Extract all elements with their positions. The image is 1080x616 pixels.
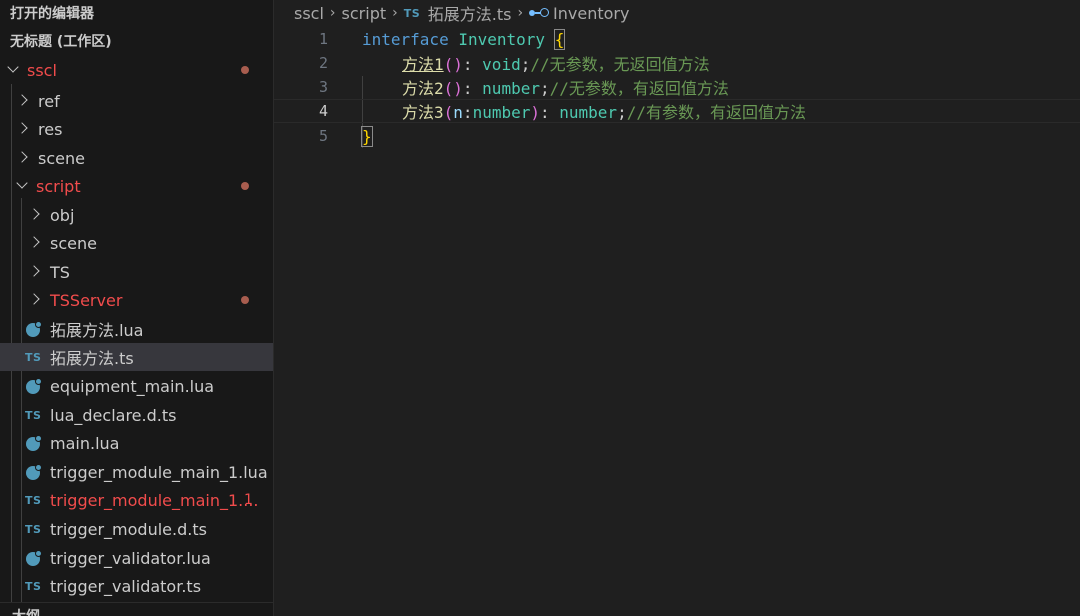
tree-file-lua[interactable]: trigger_validator.lua: [0, 544, 273, 572]
code-line-4[interactable]: 4 方法3(n:number): number;//有参数，有返回值方法: [274, 99, 1080, 123]
chevron-right-icon: ›: [329, 5, 336, 21]
file-label: trigger_module_main_1.lua: [50, 462, 268, 482]
file-label: trigger_validator.ts: [50, 576, 202, 596]
tree-file-ts[interactable]: TS trigger_module.d.ts: [0, 515, 273, 543]
chevron-down-icon: [9, 64, 21, 76]
tree-folder-script[interactable]: script: [0, 172, 273, 200]
tree-folder-sscl[interactable]: sscl: [0, 56, 273, 84]
tree-file-lua[interactable]: 拓展方法.lua: [0, 315, 273, 343]
lua-file-icon: [25, 320, 42, 338]
tree-file-lua[interactable]: trigger_module_main_1.lua: [0, 458, 273, 486]
folder-label: sscl: [27, 60, 57, 80]
open-editors-title: 打开的编辑器: [10, 6, 94, 22]
outline-header[interactable]: 大纲: [0, 602, 273, 616]
folder-label: obj: [50, 205, 75, 225]
chevron-right-icon: [32, 294, 44, 306]
line-number: 2: [318, 54, 328, 72]
line-number: 3: [318, 78, 328, 96]
lua-file-icon: [25, 463, 42, 481]
code-text: }: [361, 125, 373, 147]
chevron-right-icon: [32, 237, 44, 249]
interface-symbol-icon: [529, 7, 550, 19]
file-label: trigger_validator.lua: [50, 548, 211, 568]
tree-file-ts-selected[interactable]: TS 拓展方法.ts: [0, 343, 273, 371]
line-number: 4: [318, 102, 328, 120]
chevron-right-icon: [32, 209, 44, 221]
ts-file-icon: TS: [25, 522, 42, 536]
tree-file-lua[interactable]: equipment_main.lua: [0, 372, 273, 400]
outline-title: 大纲: [12, 606, 40, 616]
code-text: interface Inventory {: [362, 28, 566, 50]
tree-folder-res[interactable]: res: [0, 115, 273, 143]
code-text: 方法2(): number;//无参数，有返回值方法: [402, 79, 729, 98]
chevron-right-icon: ›: [517, 5, 524, 21]
folder-label: TS: [50, 262, 70, 282]
folder-label: TSServer: [50, 290, 123, 310]
line-number: 1: [318, 30, 328, 48]
vscode-window: 打开的编辑器 无标题 (工作区) sscl ref res scene scri…: [0, 0, 1080, 616]
breadcrumb: sscl › script › TS 拓展方法.ts › Inventory: [294, 0, 629, 26]
lua-file-icon: [25, 549, 42, 567]
folder-label: script: [36, 176, 81, 196]
tree-folder-obj[interactable]: obj: [0, 201, 273, 229]
tree-file-ts[interactable]: TS trigger_validator.ts: [0, 572, 273, 600]
code-text: 方法3(n:number): number;//有参数，有返回值方法: [402, 103, 806, 122]
ts-file-icon: TS: [25, 350, 42, 364]
file-label: equipment_main.lua: [50, 376, 215, 396]
file-label: trigger_module.d.ts: [50, 519, 207, 539]
tree-folder-tsserver[interactable]: TSServer: [0, 286, 273, 314]
tree-folder-scene[interactable]: scene: [0, 144, 273, 172]
workspace-header[interactable]: 无标题 (工作区): [0, 28, 273, 54]
file-label: main.lua: [50, 433, 120, 453]
chevron-right-icon: [20, 123, 32, 135]
chevron-right-icon: [32, 266, 44, 278]
modified-dot: [241, 66, 249, 74]
folder-label: ref: [38, 91, 60, 111]
lua-file-icon: [25, 434, 42, 452]
file-label: lua_declare.d.ts: [50, 405, 177, 425]
file-label: 拓展方法.ts: [50, 349, 134, 368]
chevron-right-icon: [20, 95, 32, 107]
folder-label: res: [38, 119, 63, 139]
ts-file-icon: TS: [25, 579, 42, 593]
lua-file-icon: [25, 377, 42, 395]
chevron-right-icon: [20, 152, 32, 164]
folder-label: scene: [38, 148, 85, 168]
code-editor[interactable]: 1 interface Inventory { 2 方法1(): void;//…: [274, 26, 1080, 616]
code-text: 方法1(): void;//无参数，无返回值方法: [402, 55, 710, 74]
code-line-3[interactable]: 3 方法2(): number;//无参数，有返回值方法: [274, 75, 1080, 99]
tree-file-ts[interactable]: TS lua_declare.d.ts: [0, 401, 273, 429]
ts-file-icon: TS: [25, 493, 42, 507]
tree-folder-ref[interactable]: ref: [0, 87, 273, 115]
modified-dot: [241, 182, 249, 190]
ts-file-icon: TS: [25, 408, 42, 422]
ts-file-icon: TS: [403, 6, 421, 20]
chevron-right-icon: ›: [392, 5, 398, 21]
breadcrumb-item-symbol[interactable]: Inventory: [553, 4, 629, 23]
modified-dot: [241, 296, 249, 304]
tree-folder-ts[interactable]: TS: [0, 258, 273, 286]
chevron-down-icon: [18, 180, 30, 192]
breadcrumb-item-script[interactable]: script: [342, 4, 387, 23]
explorer-sidebar: 打开的编辑器 无标题 (工作区) sscl ref res scene scri…: [0, 0, 274, 616]
line-number: 5: [318, 127, 328, 145]
file-label: trigger_module_main_1....: [50, 490, 259, 510]
code-line-1[interactable]: 1 interface Inventory {: [274, 27, 1080, 51]
workspace-title: 无标题 (工作区): [10, 34, 112, 50]
code-line-2[interactable]: 2 方法1(): void;//无参数，无返回值方法: [274, 51, 1080, 75]
file-label: 拓展方法.lua: [50, 321, 144, 340]
open-editors-header[interactable]: 打开的编辑器: [0, 0, 273, 26]
breadcrumb-item-sscl[interactable]: sscl: [294, 4, 324, 23]
folder-label: scene: [50, 233, 97, 253]
tree-file-lua[interactable]: main.lua: [0, 429, 273, 457]
editor-pane: sscl › script › TS 拓展方法.ts › Inventory 1…: [274, 0, 1080, 616]
breadcrumb-item-file[interactable]: 拓展方法.ts: [428, 1, 512, 25]
problem-count-badge: 1: [244, 492, 253, 508]
tree-folder-scene-2[interactable]: scene: [0, 229, 273, 257]
code-line-5[interactable]: 5 }: [274, 124, 1080, 148]
tree-file-ts-error[interactable]: TS trigger_module_main_1.... 1: [0, 486, 273, 514]
